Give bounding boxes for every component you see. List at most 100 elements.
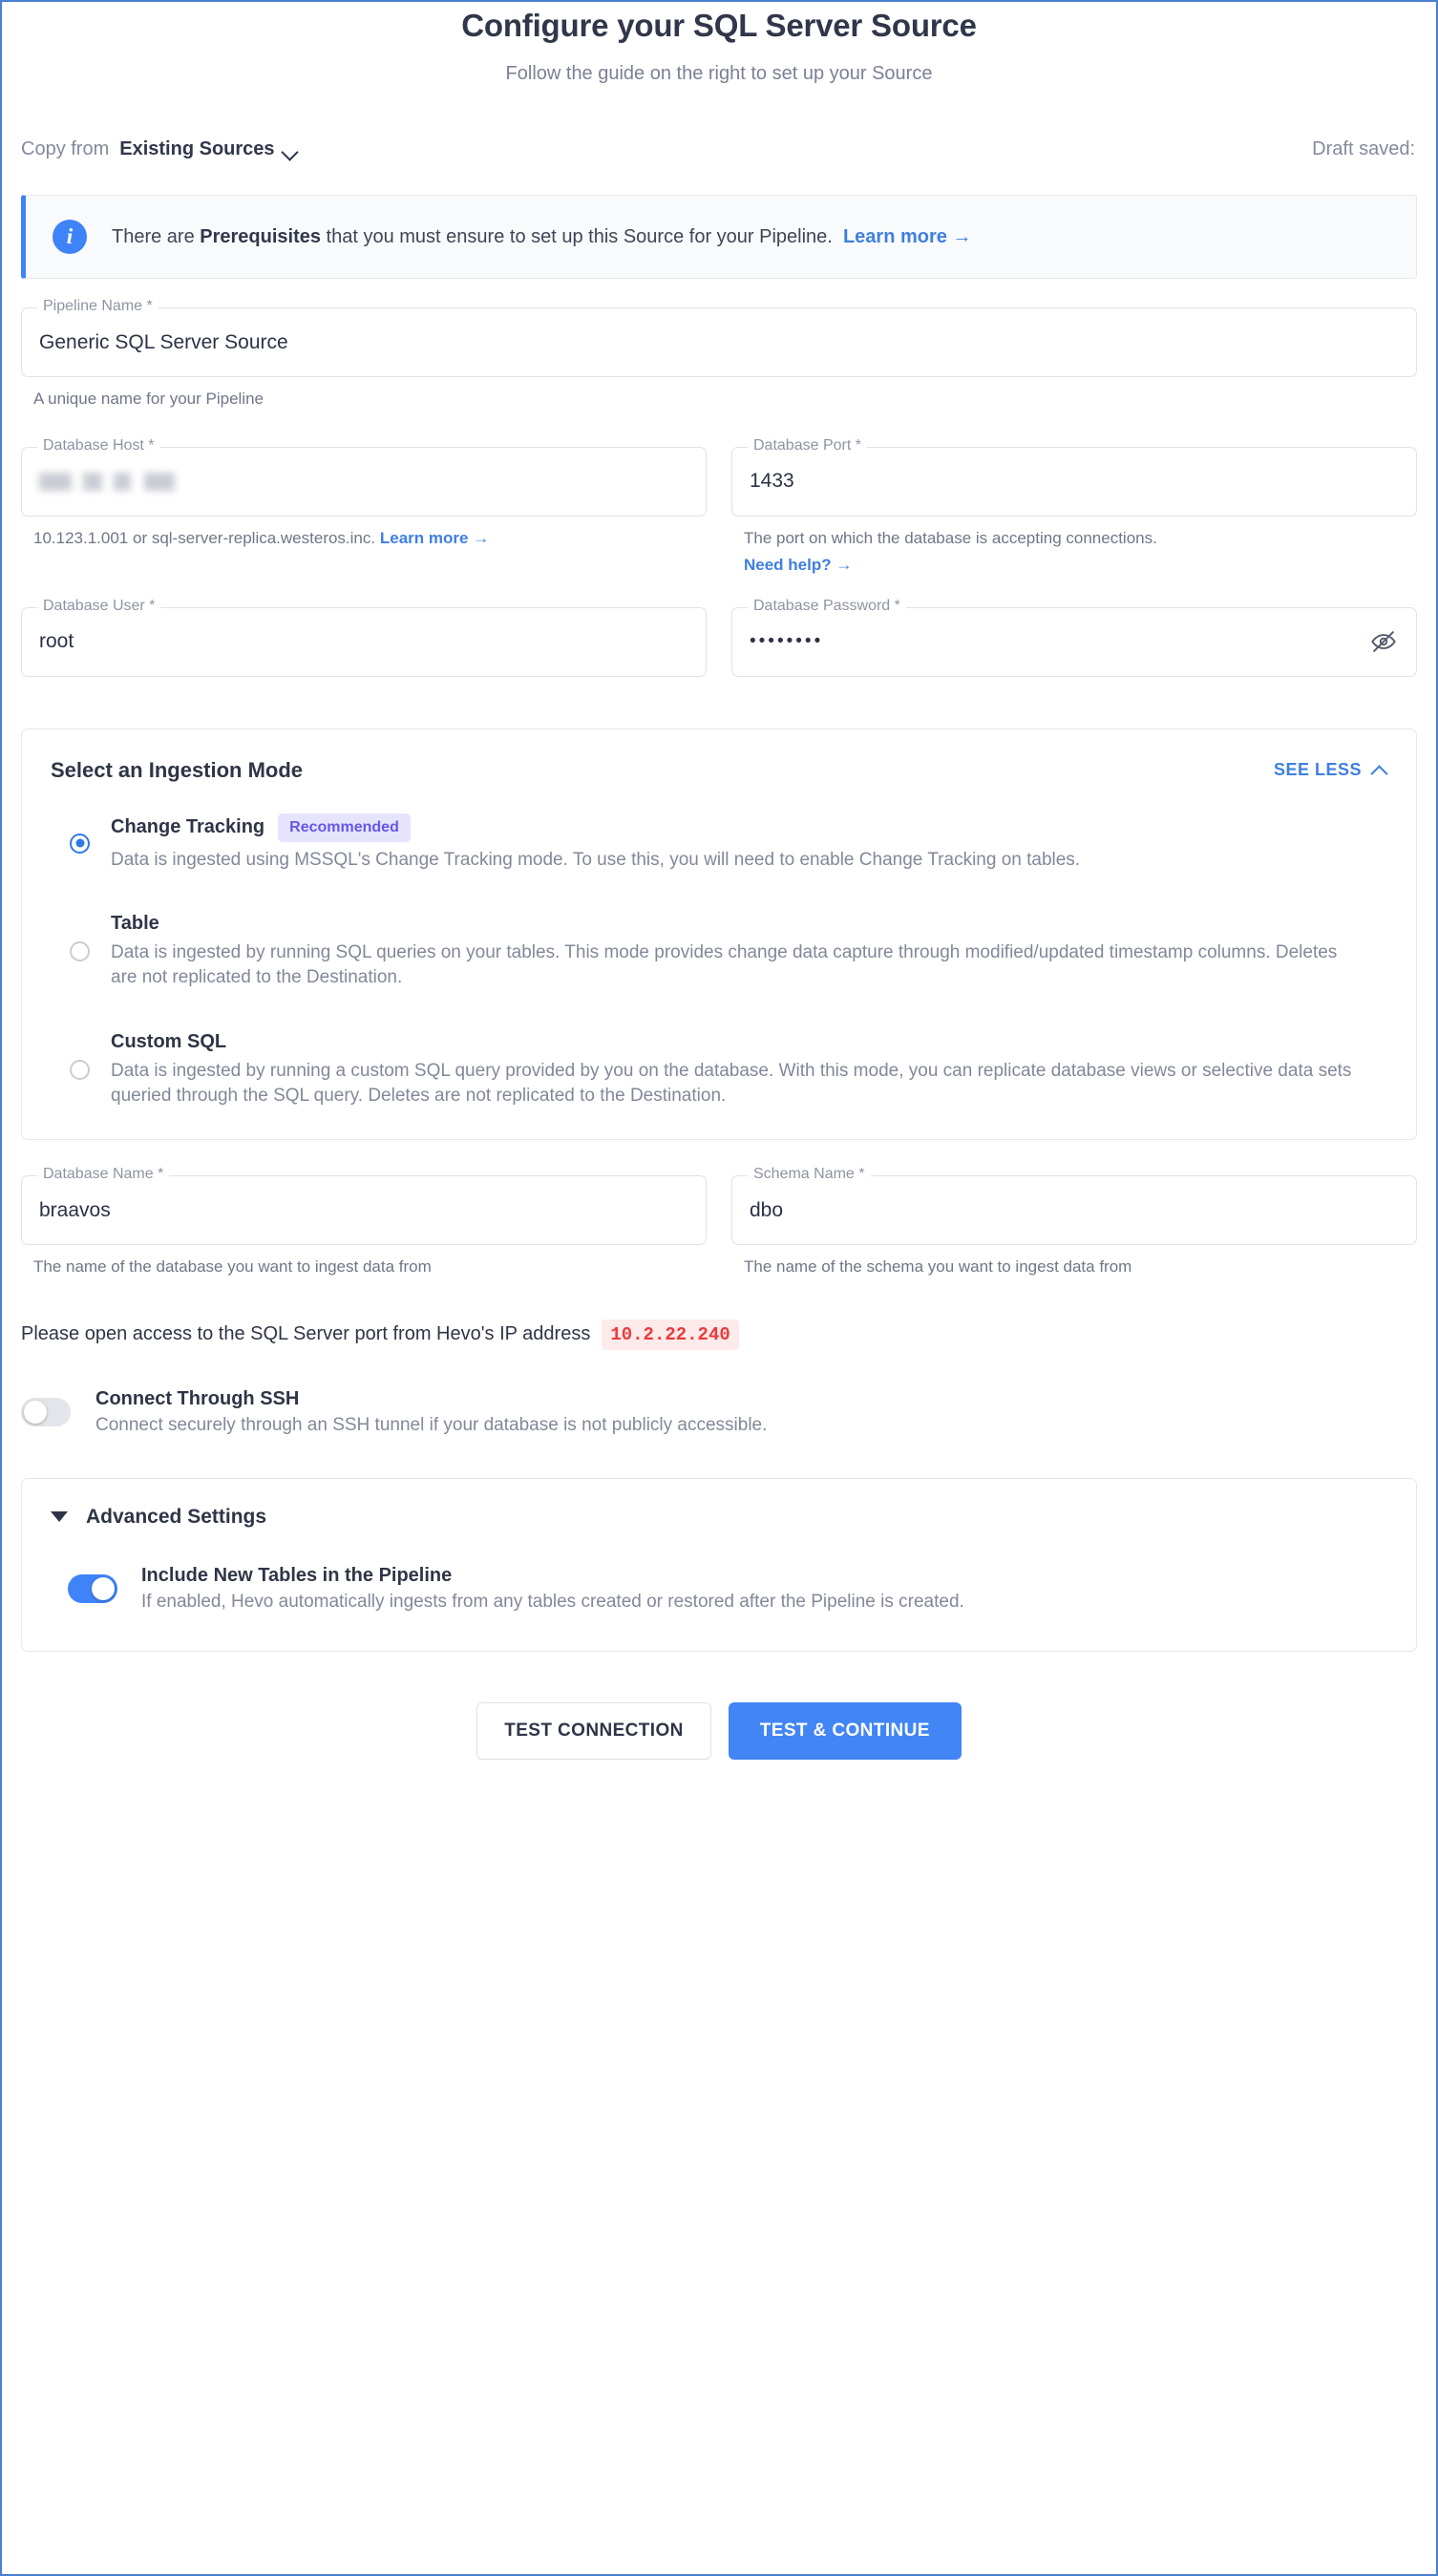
arrow-right-icon: → <box>952 225 972 247</box>
prereq-link-label: Learn more <box>842 225 947 247</box>
triangle-down-icon <box>51 1511 68 1523</box>
database-port-group: Database Port * The port on which the da… <box>731 436 1417 578</box>
advanced-settings-card: Advanced Settings Include New Tables in … <box>21 1477 1417 1652</box>
see-less-label: SEE LESS <box>1273 760 1362 780</box>
database-port-input[interactable] <box>750 470 1399 494</box>
database-user-field[interactable]: Database User * <box>21 597 707 677</box>
host-link-label: Learn more <box>379 528 469 547</box>
toggle-knob <box>92 1576 115 1600</box>
pipeline-name-label: Pipeline Name * <box>37 298 159 315</box>
arrow-right-icon: → <box>835 556 853 575</box>
schema-name-group: Schema Name * The name of the schema you… <box>731 1166 1417 1279</box>
database-password-field[interactable]: Database Password * •••••••• <box>731 597 1417 677</box>
configure-source-page: Configure your SQL Server Source Follow … <box>0 0 1438 2576</box>
page-header: Configure your SQL Server Source Follow … <box>2 2 1436 85</box>
advanced-settings-header[interactable]: Advanced Settings <box>51 1506 1387 1529</box>
test-connection-button[interactable]: TEST CONNECTION <box>476 1701 711 1760</box>
radio-change-tracking[interactable] <box>70 833 90 854</box>
option-description: Data is ingested using MSSQL's Change Tr… <box>111 849 1081 870</box>
user-password-row: Database User * Database Password * ••••… <box>21 597 1417 677</box>
ssh-toggle-description: Connect securely through an SSH tunnel i… <box>95 1414 768 1435</box>
database-port-help-link-row: Need help? → <box>731 554 1417 578</box>
copy-from-row: Copy from Existing Sources Draft saved: <box>2 133 1436 165</box>
database-name-label: Database Name * <box>37 1166 170 1184</box>
include-new-tables-title: Include New Tables in the Pipeline <box>141 1564 453 1586</box>
database-name-helper: The name of the database you want to ing… <box>33 1257 432 1277</box>
radio-custom-sql[interactable] <box>70 1059 90 1080</box>
prerequisites-learn-more-link[interactable]: Learn more → <box>837 225 972 247</box>
option-description: Data is ingested by running SQL queries … <box>111 942 1338 988</box>
pipeline-name-group: Pipeline Name * A unique name for your P… <box>21 298 1417 412</box>
test-and-continue-button[interactable]: TEST & CONTINUE <box>728 1701 962 1760</box>
ssh-toggle-title: Connect Through SSH <box>95 1387 300 1409</box>
include-new-tables-description: If enabled, Hevo automatically ingests f… <box>141 1591 964 1612</box>
ingestion-mode-title: Select an Ingestion Mode <box>51 757 304 782</box>
radio-table[interactable] <box>70 941 90 962</box>
ingestion-option-change-tracking[interactable]: Change Tracking Recommended Data is inge… <box>51 813 1387 873</box>
database-host-helper: 10.123.1.001 or sql-server-replica.weste… <box>21 527 707 551</box>
database-host-field[interactable]: Database Host * <box>21 436 707 517</box>
toggle-knob <box>24 1400 47 1424</box>
schema-name-field[interactable]: Schema Name * <box>731 1166 1417 1246</box>
prereq-text-after: that you must ensure to set up this Sour… <box>321 225 833 247</box>
source-config-form: Pipeline Name * A unique name for your P… <box>2 298 1436 677</box>
database-password-input[interactable]: •••••••• <box>750 631 1368 652</box>
database-port-need-help-link[interactable]: Need help? → <box>744 556 852 574</box>
ssh-toggle-row: Connect Through SSH Connect securely thr… <box>21 1388 1417 1436</box>
copy-from-label: Copy from <box>21 137 110 159</box>
page-title: Configure your SQL Server Source <box>461 8 977 43</box>
port-link-label: Need help? <box>744 556 832 575</box>
ingestion-option-table[interactable]: Table Data is ingested by running SQL qu… <box>51 913 1387 990</box>
copy-from-dropdown[interactable]: Existing Sources <box>119 138 297 160</box>
database-host-learn-more-link[interactable]: Learn more → <box>380 529 489 547</box>
chevron-down-icon <box>284 146 298 155</box>
option-title: Custom SQL <box>111 1030 227 1052</box>
pipeline-name-helper: A unique name for your Pipeline <box>33 390 264 408</box>
schema-name-helper: The name of the schema you want to inges… <box>744 1257 1132 1277</box>
database-user-input[interactable] <box>39 630 688 654</box>
database-port-field[interactable]: Database Port * <box>731 436 1417 517</box>
draft-saved-status: Draft saved: <box>1312 137 1415 159</box>
database-host-input[interactable] <box>39 471 688 493</box>
ingestion-mode-header: Select an Ingestion Mode SEE LESS <box>51 758 1387 783</box>
ssh-toggle-switch[interactable] <box>21 1397 71 1426</box>
database-port-helper: The port on which the database is accept… <box>744 528 1157 547</box>
pipeline-name-field[interactable]: Pipeline Name * <box>21 298 1417 377</box>
database-user-group: Database User * <box>21 597 707 677</box>
ingestion-option-custom-sql[interactable]: Custom SQL Data is ingested by running a… <box>51 1031 1387 1109</box>
database-name-field[interactable]: Database Name * <box>21 1166 707 1246</box>
database-name-input[interactable] <box>39 1198 688 1222</box>
advanced-settings-title: Advanced Settings <box>86 1505 267 1528</box>
database-password-label: Database Password * <box>748 597 906 615</box>
arrow-right-icon: → <box>473 528 490 547</box>
info-icon: i <box>53 220 87 254</box>
database-password-group: Database Password * •••••••• <box>731 597 1417 677</box>
option-title: Change Tracking <box>111 816 265 838</box>
action-buttons: TEST CONNECTION TEST & CONTINUE <box>2 1701 1436 1760</box>
prereq-text-before: There are <box>112 225 201 247</box>
database-host-label: Database Host * <box>37 436 160 454</box>
ip-access-note: Please open access to the SQL Server por… <box>21 1319 1417 1350</box>
include-new-tables-switch[interactable] <box>68 1573 117 1603</box>
database-port-label: Database Port * <box>748 436 867 454</box>
database-user-label: Database User * <box>37 597 161 615</box>
option-title: Table <box>111 913 159 935</box>
copy-from-selected-value: Existing Sources <box>119 137 275 159</box>
pipeline-name-input[interactable] <box>39 330 1399 354</box>
see-less-toggle[interactable]: SEE LESS <box>1274 760 1387 780</box>
schema-name-input[interactable] <box>750 1198 1399 1222</box>
ingestion-mode-card: Select an Ingestion Mode SEE LESS Change… <box>21 728 1417 1141</box>
database-host-helper-text: 10.123.1.001 or sql-server-replica.weste… <box>33 528 376 547</box>
host-port-row: Database Host * 10.123.1.001 or sql-serv… <box>21 436 1417 578</box>
database-schema-row: Database Name * The name of the database… <box>21 1166 1417 1279</box>
eye-off-icon[interactable] <box>1368 626 1399 657</box>
prerequisites-text: There are Prerequisites that you must en… <box>112 226 971 248</box>
database-host-group: Database Host * 10.123.1.001 or sql-serv… <box>21 436 707 578</box>
copy-from-group: Copy from Existing Sources <box>21 138 298 160</box>
prerequisites-banner: i There are Prerequisites that you must … <box>21 195 1417 279</box>
page-subtitle: Follow the guide on the right to set up … <box>505 63 933 84</box>
chevron-up-icon <box>1372 765 1387 775</box>
ip-note-text: Please open access to the SQL Server por… <box>21 1323 591 1345</box>
database-name-group: Database Name * The name of the database… <box>21 1166 707 1279</box>
option-description: Data is ingested by running a custom SQL… <box>111 1060 1352 1106</box>
